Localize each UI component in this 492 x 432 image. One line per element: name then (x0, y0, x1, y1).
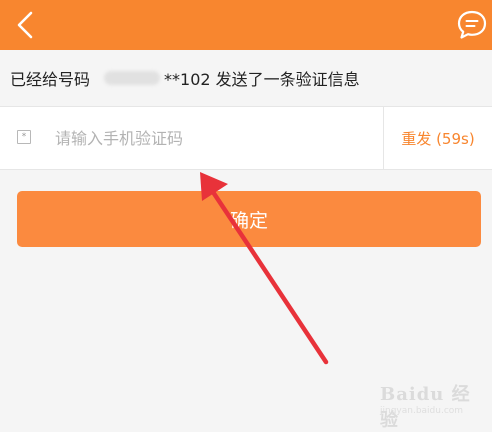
info-suffix: **102 发送了一条验证信息 (164, 70, 360, 89)
watermark-url: jingyan.baidu.com (380, 406, 464, 416)
masked-phone-number (104, 71, 161, 85)
header-bar (0, 0, 492, 50)
back-button[interactable] (6, 6, 44, 44)
verification-code-input[interactable] (55, 121, 355, 155)
baidu-jingyan-watermark: Baidu 经验 jingyan.baidu.com (372, 380, 484, 431)
info-prefix: 已经给号码 (10, 70, 91, 89)
verification-sent-message: 已经给号码 **102 发送了一条验证信息 (10, 66, 360, 90)
resend-button[interactable]: 重发 (59s) (384, 107, 492, 169)
verification-code-row: * 重发 (59s) (0, 106, 492, 170)
confirm-button[interactable]: 确定 (17, 191, 481, 247)
chat-button[interactable] (452, 6, 492, 44)
chat-bubble-icon (457, 10, 487, 39)
asterisk-box-icon: * (17, 130, 31, 144)
chevron-left-icon (17, 11, 33, 39)
